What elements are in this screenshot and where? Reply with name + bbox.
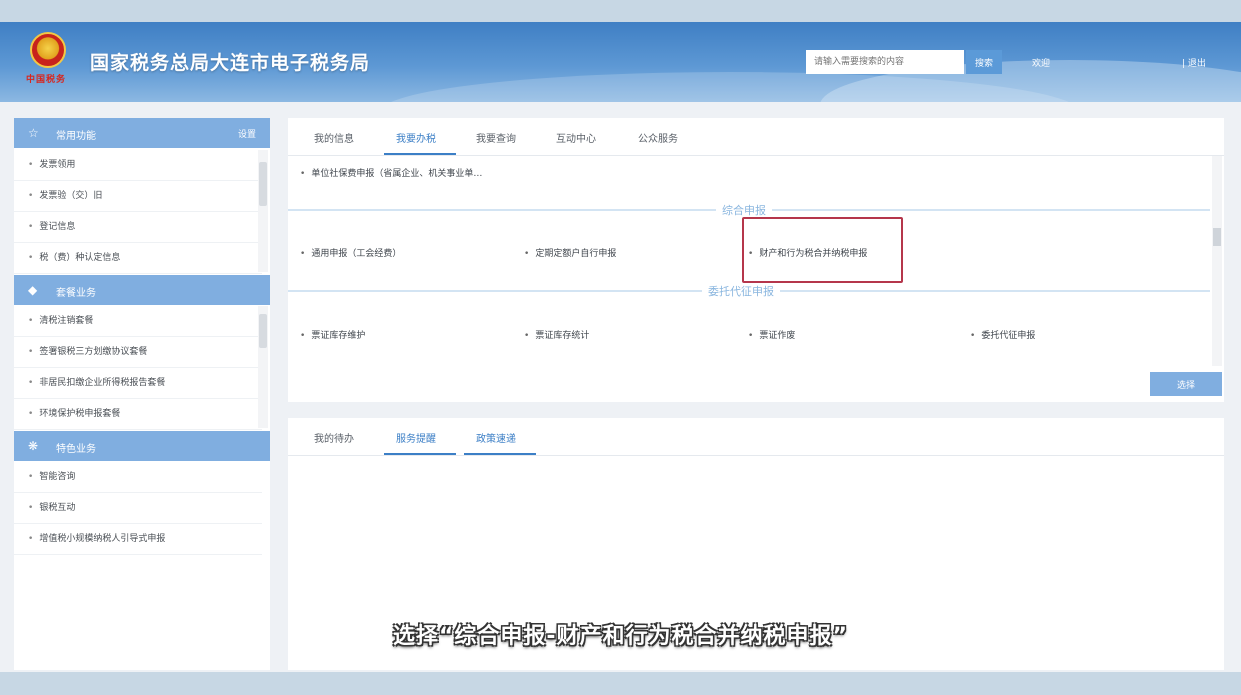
tab-my-todo[interactable]: 我的待办 xyxy=(314,430,354,445)
highlight-box xyxy=(742,217,903,283)
tab-public-service[interactable]: 公众服务 xyxy=(638,130,678,145)
group-title-comprehensive: 综合申报 xyxy=(716,202,772,218)
select-button[interactable]: 选择 xyxy=(1150,372,1222,396)
sidebar-item[interactable]: 清税注销套餐 xyxy=(14,306,262,337)
grid-icon: ❋ xyxy=(28,439,39,453)
site-title: 国家税务总局大连市电子税务局 xyxy=(90,52,371,74)
section-header-common[interactable]: ☆ 常用功能 设置 xyxy=(14,118,270,148)
sidebar-item[interactable]: 增值税小规模纳税人引导式申报 xyxy=(14,524,262,555)
list-item[interactable]: 委托代征申报 xyxy=(970,328,1035,341)
sidebar-item[interactable]: 发票领用 xyxy=(14,150,262,181)
sidebar-item[interactable]: 税（费）种认定信息 xyxy=(14,243,262,274)
sidebar-item[interactable]: 登记信息 xyxy=(14,212,262,243)
sidebar-scrollbar-1[interactable] xyxy=(258,150,268,272)
section-header-package[interactable]: ◆ 套餐业务 xyxy=(14,275,270,305)
video-caption: 选择“综合申报-财产和行为税合并纳税申报” xyxy=(392,624,849,649)
list-item[interactable]: 单位社保费申报（省属企业、机关事业单… xyxy=(300,166,482,179)
welcome-text: 欢迎 xyxy=(1032,59,1051,69)
section-header-special[interactable]: ❋ 特色业务 xyxy=(14,431,270,461)
list-item[interactable]: 票证库存维护 xyxy=(300,328,365,341)
tab-policy-express[interactable]: 政策速递 xyxy=(476,430,516,445)
tab-interaction[interactable]: 互动中心 xyxy=(556,130,596,145)
tab-indicator xyxy=(384,453,456,455)
tax-handling-panel: 我的信息 我要办税 我要查询 互动中心 公众服务 单位社保费申报（省属企业、机关… xyxy=(288,118,1224,402)
sidebar-item[interactable]: 智能咨询 xyxy=(14,462,262,493)
sidebar-item[interactable]: 签署银税三方划缴协议套餐 xyxy=(14,337,262,368)
tab-handle-tax[interactable]: 我要办税 xyxy=(396,130,436,145)
tax-emblem-logo: 中国税务 xyxy=(24,32,72,85)
tab-my-info[interactable]: 我的信息 xyxy=(314,130,354,145)
star-icon: ☆ xyxy=(28,126,39,140)
package-icon: ◆ xyxy=(28,283,38,297)
header: 中国税务 国家税务总局大连市电子税务局 搜索 欢迎 | 退出 xyxy=(0,22,1241,102)
panel-scrollbar[interactable] xyxy=(1212,156,1222,366)
tab-service-reminder[interactable]: 服务提醒 xyxy=(396,430,436,445)
list-item[interactable]: 票证库存统计 xyxy=(524,328,589,341)
search-button[interactable]: 搜索 xyxy=(966,50,1002,74)
sidebar-item[interactable]: 发票验（交）旧 xyxy=(14,181,262,212)
seal-text: 中国税务 xyxy=(26,75,67,85)
tab-query[interactable]: 我要查询 xyxy=(476,130,516,145)
list-item[interactable]: 定期定额户自行申报 xyxy=(524,246,616,259)
lower-tabs: 我的待办 服务提醒 政策速递 xyxy=(288,418,1224,456)
sidebar-item[interactable]: 银税互动 xyxy=(14,493,262,524)
app-frame: 中国税务 国家税务总局大连市电子税务局 搜索 欢迎 | 退出 ☆ 常用功能 设置… xyxy=(0,0,1241,695)
sidebar-scrollbar-2[interactable] xyxy=(258,306,268,428)
top-band xyxy=(0,0,1241,22)
bottom-band xyxy=(0,672,1241,695)
active-tab-indicator xyxy=(384,153,456,155)
sidebar-item[interactable]: 非居民扣缴企业所得税报告套餐 xyxy=(14,368,262,399)
logout-link[interactable]: | 退出 xyxy=(1182,56,1206,69)
tab-indicator xyxy=(464,453,536,455)
emblem-icon xyxy=(30,32,66,68)
main-tabs: 我的信息 我要办税 我要查询 互动中心 公众服务 xyxy=(288,118,1224,156)
sidebar-item[interactable]: 环境保护税申报套餐 xyxy=(14,399,262,430)
search-input[interactable] xyxy=(806,50,964,74)
sidebar: ☆ 常用功能 设置 发票领用 发票验（交）旧 登记信息 税（费）种认定信息 ◆ … xyxy=(14,118,270,670)
settings-link[interactable]: 设置 xyxy=(238,127,256,140)
list-item[interactable]: 通用申报（工会经费） xyxy=(300,246,401,259)
list-item[interactable]: 票证作废 xyxy=(748,328,795,341)
group-title-entrusted: 委托代征申报 xyxy=(702,283,780,299)
